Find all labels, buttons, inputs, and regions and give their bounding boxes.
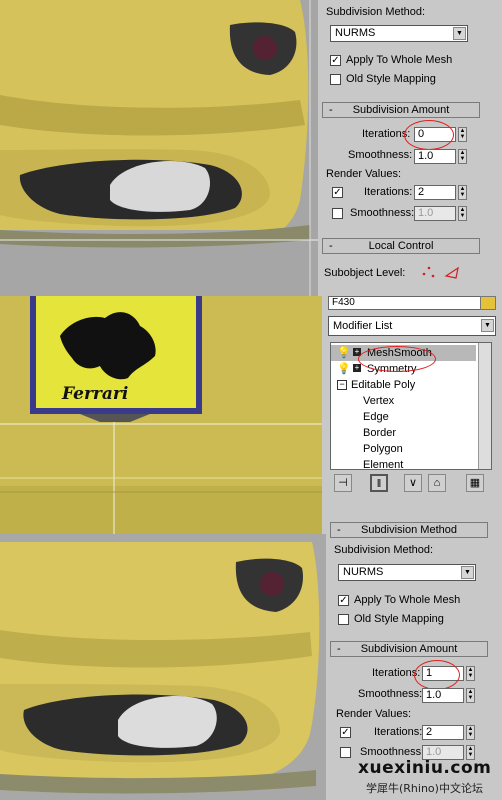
old-style-mapping-checkbox[interactable]: [330, 74, 341, 85]
logo-viewport-render: [0, 296, 322, 534]
apply-whole-mesh-checkbox[interactable]: ✓: [338, 595, 349, 606]
stack-item-label: Editable Poly: [351, 379, 416, 391]
render-smoothness-spinner[interactable]: 1.0: [414, 206, 456, 221]
chevron-down-icon: ▼: [481, 319, 494, 332]
method-value: NURMS: [343, 566, 384, 578]
remove-modifier-icon[interactable]: ⌂: [428, 474, 446, 492]
minus-icon: -: [329, 104, 333, 116]
annotation-circle: [414, 660, 460, 690]
subdivision-method-dropdown[interactable]: NURMS ▼: [330, 25, 468, 42]
render-values-label: Render Values:: [326, 168, 402, 180]
minus-icon: -: [337, 524, 341, 536]
stack-item-polygon[interactable]: Polygon: [363, 441, 403, 457]
subdivision-method-label: Subdivision Method:: [334, 544, 434, 556]
vertex-subobject-icon[interactable]: [422, 266, 435, 278]
stack-item-label: Edge: [363, 411, 389, 423]
minus-icon: -: [329, 240, 333, 252]
render-values-label: Render Values:: [336, 708, 412, 720]
rollout-title: Subdivision Amount: [352, 104, 450, 116]
render-smoothness-label: Smoothness:: [360, 746, 425, 758]
viewport-middle[interactable]: Ferrari: [0, 296, 322, 534]
pin-stack-icon[interactable]: ⊣: [334, 474, 352, 492]
stack-item-label: Vertex: [363, 395, 395, 407]
smoothness-spinner-arrows[interactable]: ▲ ▼: [458, 149, 467, 164]
stack-item-label: Element: [363, 459, 404, 470]
modifier-panel: F430 Modifier List ▼ 💡 + MeshSmooth 💡 + …: [322, 296, 502, 534]
stack-item-label: Polygon: [363, 443, 403, 455]
rollout-title: Local Control: [368, 240, 434, 252]
car-render-low: [0, 0, 318, 296]
render-smoothness-checkbox[interactable]: [340, 747, 351, 758]
watermark-site: xuexiniu.com: [358, 758, 492, 778]
apply-whole-mesh-checkbox[interactable]: ✓: [330, 55, 341, 66]
stack-scrollbar[interactable]: [478, 343, 491, 469]
subdivision-amount-rollout[interactable]: - Subdivision Amount: [322, 102, 480, 118]
subdivision-method-dropdown[interactable]: NURMS ▼: [338, 564, 476, 581]
stack-item-edge[interactable]: Edge: [363, 409, 389, 425]
render-smoothness-spinner-arrows[interactable]: ▲ ▼: [458, 206, 467, 221]
render-iterations-spinner[interactable]: 2: [414, 185, 456, 200]
stack-item-label: Border: [363, 427, 397, 439]
iterations-spinner-arrows[interactable]: ▲ ▼: [466, 666, 475, 681]
configure-modifier-sets-icon[interactable]: ▦: [466, 474, 484, 492]
smoothness-label: Smoothness:: [358, 688, 423, 700]
stack-item-border[interactable]: Border: [363, 425, 396, 441]
apply-whole-mesh-label: Apply To Whole Mesh: [354, 594, 461, 606]
lightbulb-icon[interactable]: 💡: [337, 345, 351, 361]
stack-item-element[interactable]: Element: [363, 457, 404, 470]
smoothness-spinner[interactable]: 1.0: [414, 149, 456, 164]
show-end-result-icon[interactable]: ‖: [370, 474, 388, 492]
viewport-bottom[interactable]: [0, 534, 326, 800]
minus-icon: -: [337, 643, 341, 655]
subdivision-amount-rollout[interactable]: - Subdivision Amount: [330, 641, 488, 657]
subobject-level-label: Subobject Level:: [324, 267, 406, 279]
render-iterations-checkbox[interactable]: ✓: [332, 187, 343, 198]
old-style-mapping-label: Old Style Mapping: [346, 73, 436, 85]
stack-toolbar: ⊣ ‖ ∨ ⌂ ▦: [330, 474, 498, 496]
old-style-mapping-label: Old Style Mapping: [354, 613, 444, 625]
render-iterations-label: Iterations:: [364, 186, 413, 198]
local-control-rollout[interactable]: - Local Control: [322, 238, 480, 254]
collapse-minus-icon[interactable]: −: [337, 380, 347, 390]
ferrari-logo-text: Ferrari: [62, 384, 129, 404]
viewport-top[interactable]: [0, 0, 318, 296]
modifier-list-dropdown[interactable]: Modifier List ▼: [328, 316, 496, 336]
modifier-list-label: Modifier List: [333, 320, 393, 332]
annotation-circle: [358, 346, 436, 372]
stack-item-editable-poly[interactable]: − Editable Poly: [331, 377, 476, 393]
color-swatch[interactable]: [480, 296, 496, 310]
rollout-title: Subdivision Amount: [360, 643, 458, 655]
iterations-spinner-arrows[interactable]: ▲ ▼: [458, 127, 467, 142]
method-value: NURMS: [335, 27, 376, 39]
stack-item-vertex[interactable]: Vertex: [363, 393, 394, 409]
subdivision-method-label: Subdivision Method:: [326, 6, 426, 18]
old-style-mapping-checkbox[interactable]: [338, 614, 349, 625]
render-smoothness-checkbox[interactable]: [332, 208, 343, 219]
smoothness-label: Smoothness:: [348, 149, 413, 161]
make-unique-icon[interactable]: ∨: [404, 474, 422, 492]
smoothness-spinner[interactable]: 1.0: [422, 688, 464, 703]
meshsmooth-panel-top: Subdivision Method: NURMS ▼ ✓ Apply To W…: [318, 0, 502, 296]
smoothness-spinner-arrows[interactable]: ▲ ▼: [466, 688, 475, 703]
subobject-level-icons[interactable]: [418, 262, 468, 282]
object-name: F430: [332, 297, 355, 308]
rollout-title: Subdivision Method: [360, 524, 457, 536]
chevron-down-icon: ▼: [461, 566, 474, 579]
render-iterations-label: Iterations:: [374, 726, 423, 738]
triangle-subobject-icon[interactable]: [444, 266, 459, 279]
apply-whole-mesh-label: Apply To Whole Mesh: [346, 54, 453, 66]
car-render-smooth: [0, 534, 326, 800]
subdivision-method-rollout[interactable]: - Subdivision Method: [330, 522, 488, 538]
annotation-circle: [404, 120, 454, 150]
render-iterations-spinner-arrows[interactable]: ▲ ▼: [458, 185, 467, 200]
render-iterations-spinner-arrows[interactable]: ▲ ▼: [466, 725, 475, 740]
render-iterations-spinner[interactable]: 2: [422, 725, 464, 740]
watermark-caption: 学犀牛(Rhino)中文论坛: [366, 782, 483, 795]
render-smoothness-label: Smoothness:: [350, 207, 415, 219]
render-iterations-checkbox[interactable]: ✓: [340, 727, 351, 738]
expand-plus-icon[interactable]: +: [353, 364, 361, 372]
lightbulb-icon[interactable]: 💡: [337, 361, 351, 377]
chevron-down-icon: ▼: [453, 27, 466, 40]
object-name-field[interactable]: F430: [328, 296, 481, 310]
